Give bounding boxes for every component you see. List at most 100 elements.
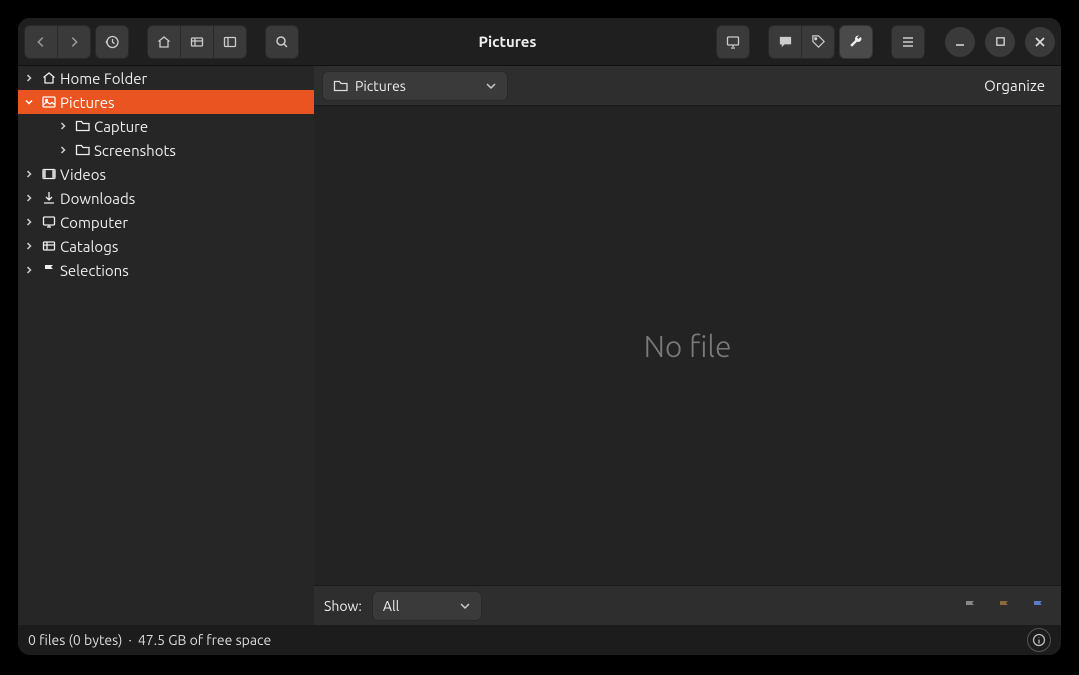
video-icon: [40, 165, 58, 183]
history-button[interactable]: [95, 25, 129, 59]
chevron-down-icon: [459, 600, 471, 612]
hamburger-menu-button[interactable]: [891, 25, 925, 59]
sidebar-item-label: Pictures: [60, 94, 115, 111]
empty-state-label: No file: [644, 329, 732, 363]
minimize-button[interactable]: [945, 27, 975, 57]
computer-icon: [40, 213, 58, 231]
chevron-right-icon: [24, 73, 40, 83]
sidebar-item-screenshots[interactable]: Screenshots: [18, 138, 314, 162]
close-button[interactable]: [1025, 27, 1055, 57]
filter-dropdown[interactable]: All: [372, 591, 482, 621]
chevron-right-icon: [24, 217, 40, 227]
filter-value: All: [383, 598, 399, 614]
sidebar-item-label: Catalogs: [60, 238, 118, 255]
properties-button[interactable]: [1027, 628, 1051, 652]
maximize-icon: [995, 36, 1006, 47]
status-free-space: 47.5 GB of free space: [138, 632, 271, 648]
chevron-right-icon: [58, 121, 74, 131]
flag-filter-gray[interactable]: [957, 593, 983, 619]
body: Home Folder Pictures Capture Screenshots Vid…: [18, 66, 1061, 625]
tools-button[interactable]: [839, 25, 873, 59]
sidebar[interactable]: Home Folder Pictures Capture Screenshots Vid…: [18, 66, 314, 625]
sidebar-item-catalogs[interactable]: Catalogs: [18, 234, 314, 258]
main-pane: Pictures Organize No file Show: All: [314, 66, 1061, 625]
chevron-right-icon: [24, 169, 40, 179]
folder-icon: [74, 117, 92, 135]
filter-bar: Show: All: [314, 585, 1061, 625]
flag-filter-blue[interactable]: [1025, 593, 1051, 619]
sidebar-item-videos[interactable]: Videos: [18, 162, 314, 186]
sidebar-item-pictures[interactable]: Pictures: [18, 90, 314, 114]
folder-icon: [333, 79, 349, 93]
hamburger-icon: [900, 34, 916, 50]
search-icon: [274, 34, 290, 50]
folder-icon: [74, 141, 92, 159]
home-button[interactable]: [147, 25, 181, 59]
status-bar: 0 files (0 bytes) · 47.5 GB of free spac…: [18, 625, 1061, 655]
chevron-left-icon: [34, 35, 48, 49]
sidebar-item-selections[interactable]: Selections: [18, 258, 314, 282]
app-window: Pictures: [18, 18, 1061, 655]
close-icon: [1034, 36, 1046, 48]
comment-icon: [778, 34, 793, 49]
sidebar-item-label: Home Folder: [60, 70, 147, 87]
tag-icon: [811, 34, 826, 49]
sidebar-item-capture[interactable]: Capture: [18, 114, 314, 138]
location-bar: Pictures Organize: [314, 66, 1061, 106]
sidebar-item-computer[interactable]: Computer: [18, 210, 314, 234]
info-icon: [1032, 633, 1046, 647]
catalogs-button[interactable]: [180, 25, 214, 59]
chevron-right-icon: [24, 241, 40, 251]
maximize-button[interactable]: [985, 27, 1015, 57]
home-icon: [40, 69, 58, 87]
chevron-right-icon: [58, 145, 74, 155]
flag-icon: [963, 599, 977, 613]
sidebar-item-label: Computer: [60, 214, 128, 231]
sidebar-item-downloads[interactable]: Downloads: [18, 186, 314, 210]
location-label: Pictures: [355, 78, 406, 94]
places-group: [147, 25, 247, 59]
sidebar-item-label: Videos: [60, 166, 106, 183]
tags-button[interactable]: [801, 25, 835, 59]
chevron-down-icon: [24, 97, 40, 107]
sidebar-item-label: Screenshots: [94, 142, 176, 159]
panel-icon: [222, 34, 238, 50]
minimize-icon: [954, 36, 966, 48]
back-button[interactable]: [24, 25, 58, 59]
flag-icon: [1031, 599, 1045, 613]
chevron-down-icon: [485, 80, 497, 92]
comment-button[interactable]: [768, 25, 802, 59]
meta-group: [768, 25, 835, 59]
location-dropdown[interactable]: Pictures: [322, 71, 508, 101]
sidebar-item-label: Downloads: [60, 190, 135, 207]
titlebar: Pictures: [18, 18, 1061, 66]
flag-icon: [40, 261, 58, 279]
sidebar-item-label: Selections: [60, 262, 129, 279]
chevron-right-icon: [67, 35, 81, 49]
flag-filter-brown[interactable]: [991, 593, 1017, 619]
file-viewer[interactable]: No file: [314, 106, 1061, 585]
slideshow-button[interactable]: [716, 25, 750, 59]
image-icon: [40, 93, 58, 111]
catalog-icon: [189, 34, 205, 50]
flag-icon: [997, 599, 1011, 613]
forward-button[interactable]: [57, 25, 91, 59]
download-icon: [40, 189, 58, 207]
presentation-icon: [725, 34, 741, 50]
wrench-icon: [848, 34, 864, 50]
sidebar-toggle-button[interactable]: [213, 25, 247, 59]
chevron-right-icon: [24, 193, 40, 203]
search-button[interactable]: [265, 25, 299, 59]
home-icon: [156, 34, 172, 50]
status-separator: ·: [128, 632, 131, 648]
catalog-icon: [40, 237, 58, 255]
window-title: Pictures: [303, 33, 712, 50]
organize-menu-button[interactable]: Organize: [976, 73, 1053, 98]
history-icon: [104, 34, 120, 50]
flag-filters: [957, 593, 1051, 619]
sidebar-item-home-folder[interactable]: Home Folder: [18, 66, 314, 90]
nav-group: [24, 25, 91, 59]
sidebar-item-label: Capture: [94, 118, 148, 135]
chevron-right-icon: [24, 265, 40, 275]
filter-label: Show:: [324, 598, 362, 614]
